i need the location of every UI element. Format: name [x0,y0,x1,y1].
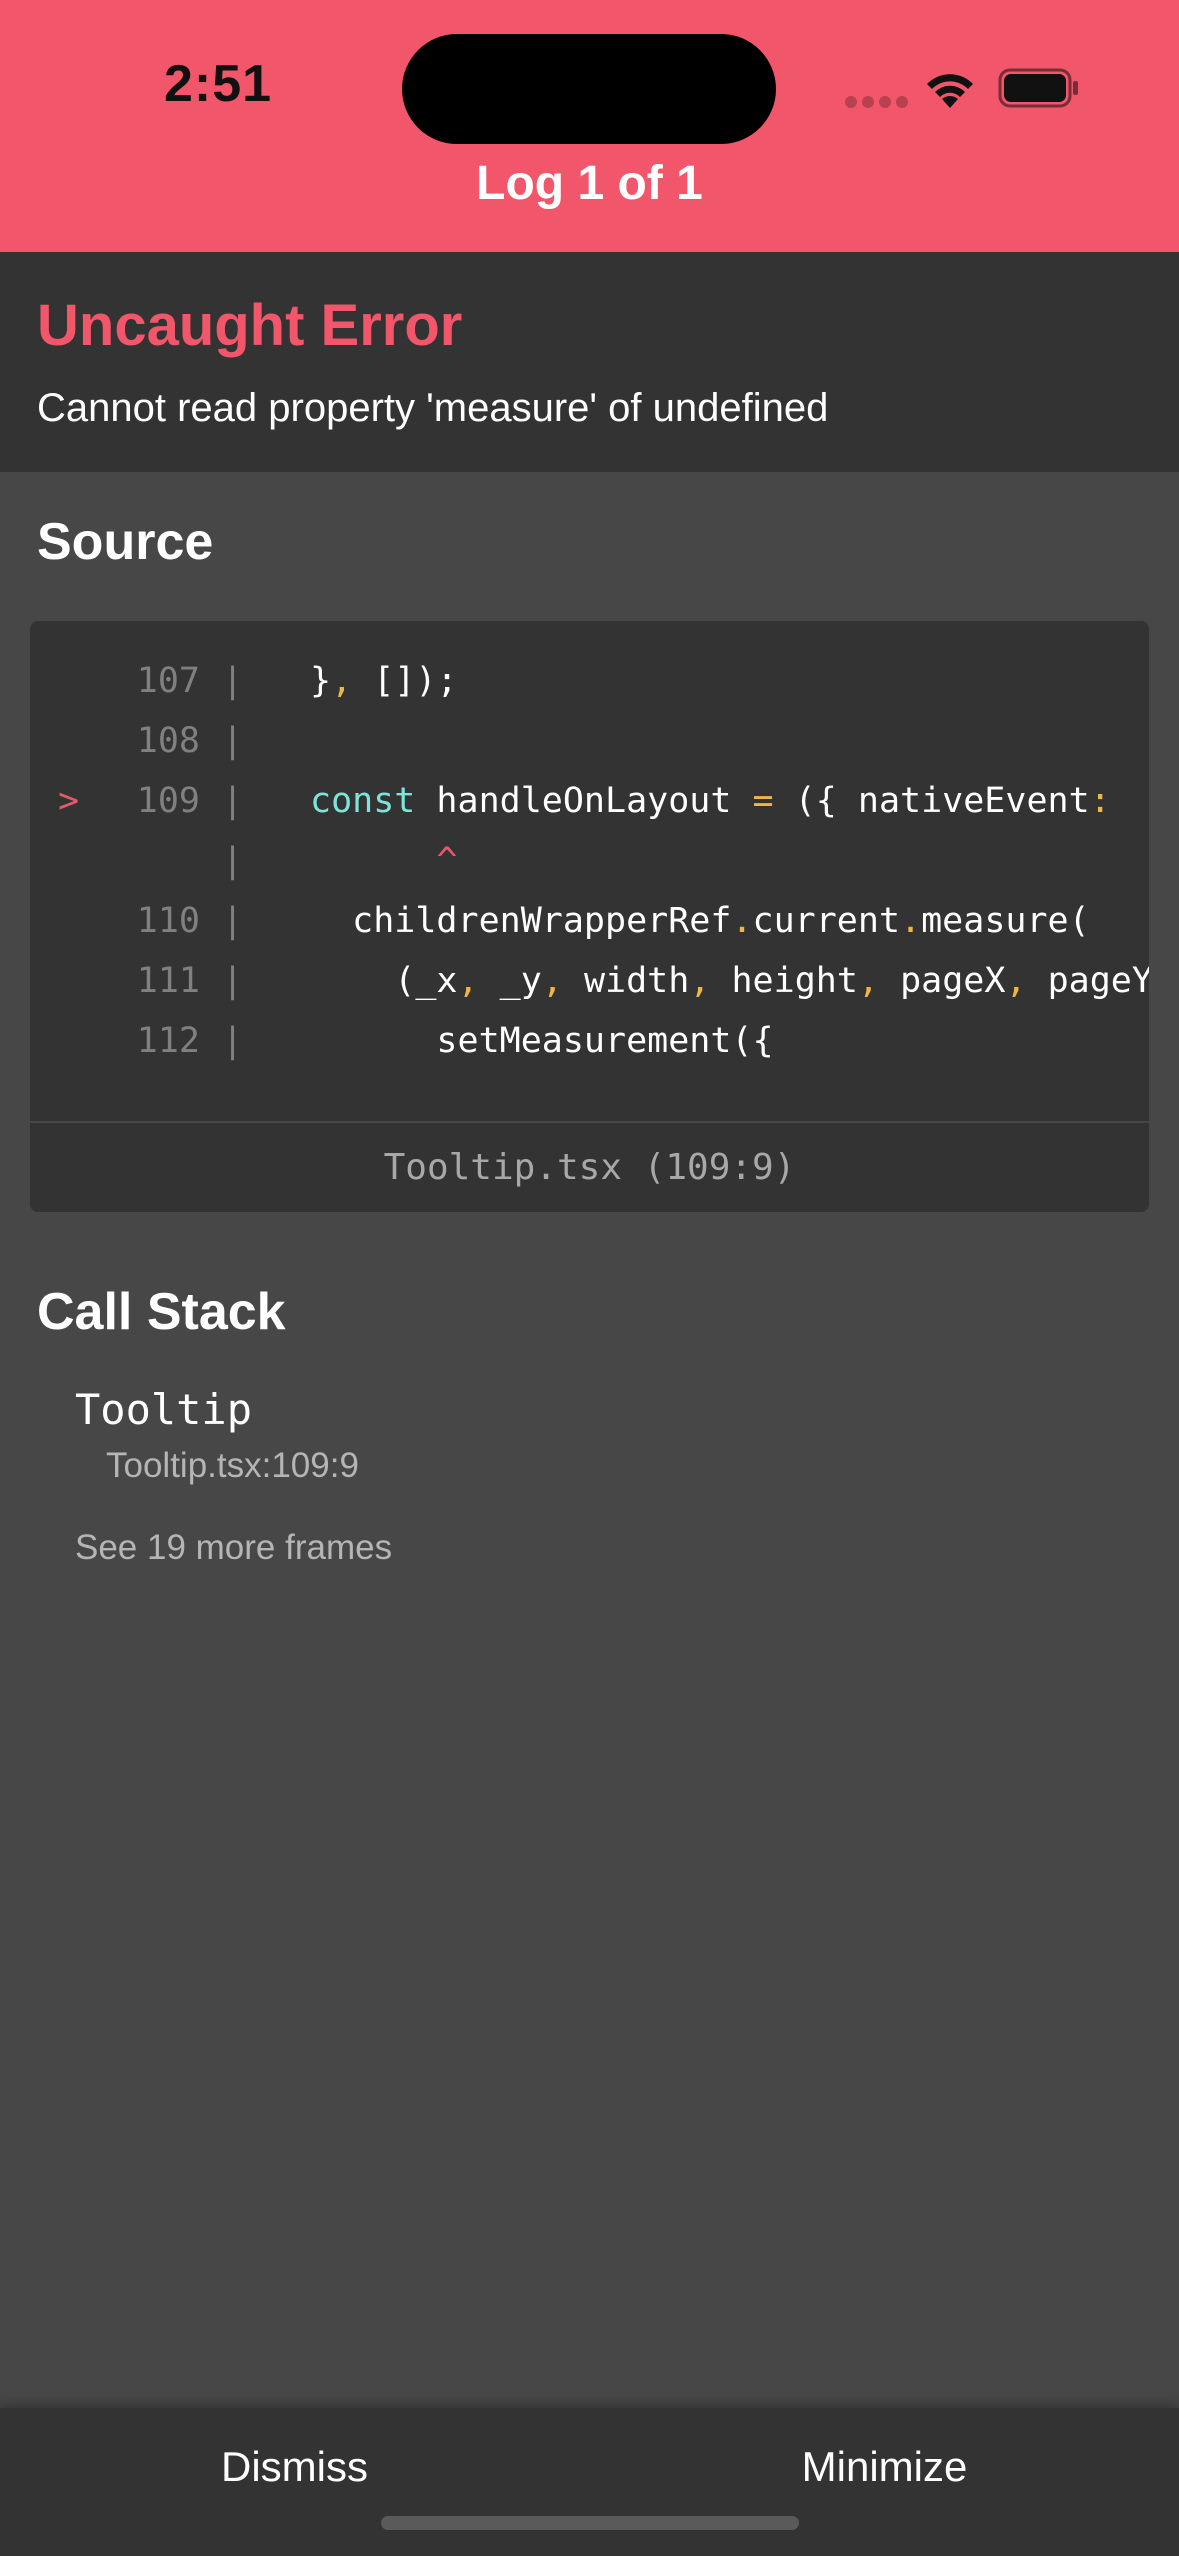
code-token: = [752,781,774,821]
line-number: 111 [136,961,200,1001]
code-token: } [310,661,332,701]
source-location[interactable]: Tooltip.tsx (109:9) [30,1121,1149,1212]
code-text: const handleOnLayout = ({ nativeEvent: [310,771,1111,831]
signal-dots-icon [845,95,913,113]
code-token: ^ [310,841,458,881]
code-token: const [310,781,416,821]
code-token: , [541,961,563,1001]
code-token: , [331,661,353,701]
error-title: Uncaught Error [37,293,463,358]
code-token: . [900,901,922,941]
code-line: 112 | setMeasurement({ [30,1011,1149,1071]
status-time: 2:51 [164,55,273,113]
gutter-separator: | [222,661,244,701]
code-token: current [752,901,901,941]
code-token: , [857,961,879,1001]
code-snippet: 107 |}, []); 108 | >109 | const handleOnLayout… [30,651,1149,1121]
wifi-icon [927,74,973,108]
code-text: }, []); [310,651,458,711]
bottom-action-bar: Dismiss Minimize [0,2408,1179,2556]
gutter-separator: | [222,721,244,761]
code-token: []); [352,661,458,701]
code-token: measure( [921,901,1090,941]
code-text: childrenWrapperRef.current.measure( [310,891,1090,951]
line-number: 110 [136,901,200,941]
error-message: Cannot read property 'measure' of undefi… [37,386,829,430]
gutter-separator: | [222,901,244,941]
code-token: , [689,961,711,1001]
home-indicator[interactable] [381,2516,799,2530]
gutter-separator: | [222,841,244,881]
code-token: , [457,961,479,1001]
code-line: 108 | [30,711,1149,771]
code-line: 107 |}, []); [30,651,1149,711]
log-counter-title: Log 1 of 1 [476,157,703,210]
code-line: >109 | const handleOnLayout = ({ nativeEve… [30,771,1149,831]
minimize-button[interactable]: Minimize [590,2408,1179,2556]
line-number: 107 [136,661,200,701]
code-line: | ^ [30,831,1149,891]
code-text: ^ [310,831,458,891]
gutter-separator: | [222,781,244,821]
code-text: (_x, _y, width, height, pageX, pageY [310,951,1149,1011]
code-token: childrenWrapperRef [310,901,732,941]
error-log-screen: 2:51 Log 1 of 1 Uncaught Error Cannot re… [0,0,1179,2556]
code-token: pageX [879,961,1006,1001]
code-text: setMeasurement({ [310,1011,774,1071]
log-header: 2:51 Log 1 of 1 [0,0,1179,252]
code-line: 111 | (_x, _y, width, height, pageX, page… [30,951,1149,1011]
code-token: ({ nativeEvent [773,781,1090,821]
code-token: (_x [310,961,458,1001]
stack-frame-name[interactable]: Tooltip [75,1385,252,1434]
code-line: 110 | childrenWrapperRef.current.measure( [30,891,1149,951]
line-number: 112 [136,1021,200,1061]
call-stack-heading: Call Stack [37,1283,286,1341]
stack-frame-location[interactable]: Tooltip.tsx:109:9 [106,1446,359,1486]
code-token: : [1089,781,1111,821]
dismiss-button[interactable]: Dismiss [0,2408,589,2556]
code-token: setMeasurement({ [310,1021,774,1061]
line-number: 109 [136,781,200,821]
dynamic-island [402,34,776,144]
code-token: , [1005,961,1027,1001]
code-frame[interactable]: 107 |}, []); 108 | >109 | const handleOnLayout… [30,621,1149,1212]
code-token: pageY [1026,961,1149,1001]
code-token: . [731,901,753,941]
gutter-separator: | [222,1021,244,1061]
gutter-separator: | [222,961,244,1001]
line-number: 108 [136,721,200,761]
code-token: _y [478,961,542,1001]
code-token: height [710,961,858,1001]
battery-icon [998,68,1078,108]
error-line-marker: > [58,781,80,821]
code-token: handleOnLayout [415,781,753,821]
see-more-frames-link[interactable]: See 19 more frames [75,1528,392,1568]
error-summary: Uncaught Error Cannot read property 'mea… [0,252,1179,472]
code-token: width [562,961,690,1001]
source-heading: Source [37,513,214,571]
